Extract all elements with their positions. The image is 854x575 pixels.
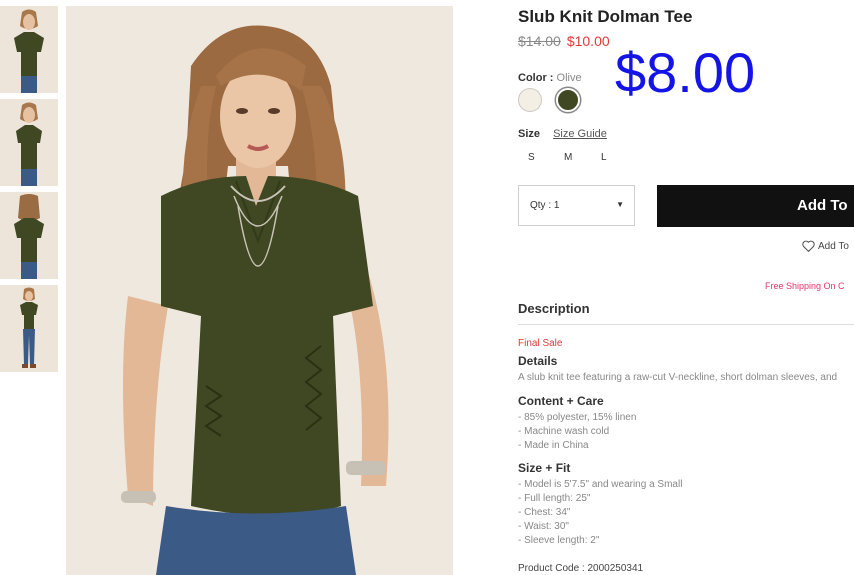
details-heading: Details <box>518 354 558 368</box>
size-label-row: Size Size Guide <box>518 128 607 140</box>
fit-line: - Waist: 30" <box>518 521 569 532</box>
thumbnail-list <box>0 6 60 378</box>
content-line: - Machine wash cold <box>518 426 610 437</box>
free-shipping-notice: Free Shipping On C <box>765 281 845 291</box>
add-to-wishlist-link[interactable]: Add To <box>802 240 849 253</box>
product-title: Slub Knit Dolman Tee <box>518 7 693 26</box>
product-info-panel: Slub Knit Dolman Tee $14.00 $10.00 $8.00 … <box>518 0 854 575</box>
fit-line: - Full length: 25" <box>518 493 591 504</box>
fit-line: - Sleeve length: 2" <box>518 535 600 546</box>
swatch-cream[interactable] <box>518 88 542 112</box>
color-value: Olive <box>556 72 582 84</box>
sale-price: $10.00 <box>566 33 610 49</box>
description-heading: Description <box>518 301 590 316</box>
content-line: - Made in China <box>518 440 589 451</box>
content-line: - 85% polyester, 15% linen <box>518 412 637 423</box>
thumbnail-2[interactable] <box>0 99 58 186</box>
fit-line: - Chest: 34" <box>518 507 571 518</box>
quantity-select[interactable]: Qty : 1 ▼ <box>518 185 635 226</box>
size-label: Size <box>518 128 541 140</box>
chevron-down-icon: ▼ <box>616 200 624 209</box>
price-row: $14.00 $10.00 <box>518 33 610 49</box>
size-option-s[interactable]: S <box>528 152 535 163</box>
swatch-olive[interactable] <box>556 88 580 112</box>
wishlist-label: Add To <box>818 241 849 252</box>
thumbnail-1[interactable] <box>0 6 58 93</box>
quantity-value: Qty : 1 <box>530 200 560 211</box>
original-price: $14.00 <box>518 33 561 49</box>
heart-icon <box>802 240 815 253</box>
thumbnail-3[interactable] <box>0 192 58 279</box>
details-text: A slub knit tee featuring a raw-cut V-ne… <box>518 372 838 383</box>
size-fit-heading: Size + Fit <box>518 461 571 475</box>
overlay-price-annotation: $8.00 <box>615 41 756 104</box>
add-to-bag-button[interactable]: Add To <box>657 185 854 227</box>
size-option-l[interactable]: L <box>601 152 607 163</box>
content-care-heading: Content + Care <box>518 394 604 408</box>
fit-line: - Model is 5'7.5" and wearing a Small <box>518 479 683 490</box>
divider <box>518 324 854 325</box>
size-guide-link[interactable]: Size Guide <box>553 128 607 140</box>
size-option-m[interactable]: M <box>564 152 572 163</box>
final-sale-label: Final Sale <box>518 338 563 349</box>
main-product-image[interactable] <box>66 6 453 575</box>
product-code: Product Code : 2000250341 <box>518 563 644 574</box>
color-label-row: Color : Olive <box>518 72 582 84</box>
color-label: Color : <box>518 72 554 84</box>
thumbnail-4[interactable] <box>0 285 58 372</box>
